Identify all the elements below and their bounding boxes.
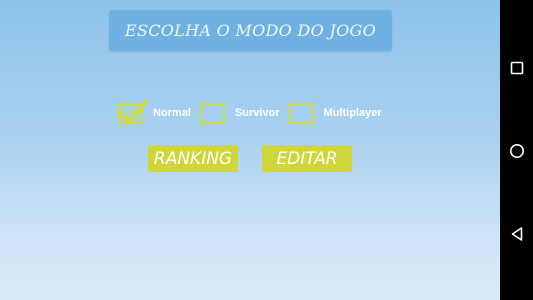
editar-button-label: EDITAR	[276, 148, 338, 169]
page-title: ESCOLHA O MODO DO JOGO	[124, 21, 376, 40]
back-icon	[511, 227, 522, 241]
mode-label-normal: Normal	[153, 107, 191, 119]
checkbox-multiplayer[interactable]	[288, 102, 314, 124]
back-button[interactable]	[500, 221, 533, 247]
mode-label-multiplayer: Multiplayer	[323, 107, 382, 119]
checkmark-icon	[119, 98, 148, 123]
title-banner: ESCOLHA O MODO DO JOGO	[109, 10, 392, 51]
ranking-button-label: RANKING	[153, 148, 233, 169]
ranking-button[interactable]: RANKING	[148, 145, 238, 172]
home-button[interactable]	[500, 138, 533, 164]
mode-option-survivor[interactable]: Survivor	[199, 102, 280, 124]
mode-option-normal[interactable]: Normal	[118, 98, 191, 124]
checkbox-survivor[interactable]	[199, 102, 225, 124]
system-navigation-bar	[500, 0, 533, 300]
mode-selector: Normal Survivor Multiplayer	[118, 98, 391, 126]
home-icon	[509, 144, 524, 158]
mode-option-multiplayer[interactable]: Multiplayer	[288, 102, 382, 124]
editar-button[interactable]: EDITAR	[262, 145, 352, 172]
recent-apps-button[interactable]	[500, 55, 533, 81]
recent-apps-icon	[510, 61, 523, 75]
checkbox-normal[interactable]	[118, 98, 148, 124]
mode-label-survivor: Survivor	[234, 107, 280, 119]
game-mode-screen: ESCOLHA O MODO DO JOGO Normal Survivor M…	[0, 0, 500, 300]
